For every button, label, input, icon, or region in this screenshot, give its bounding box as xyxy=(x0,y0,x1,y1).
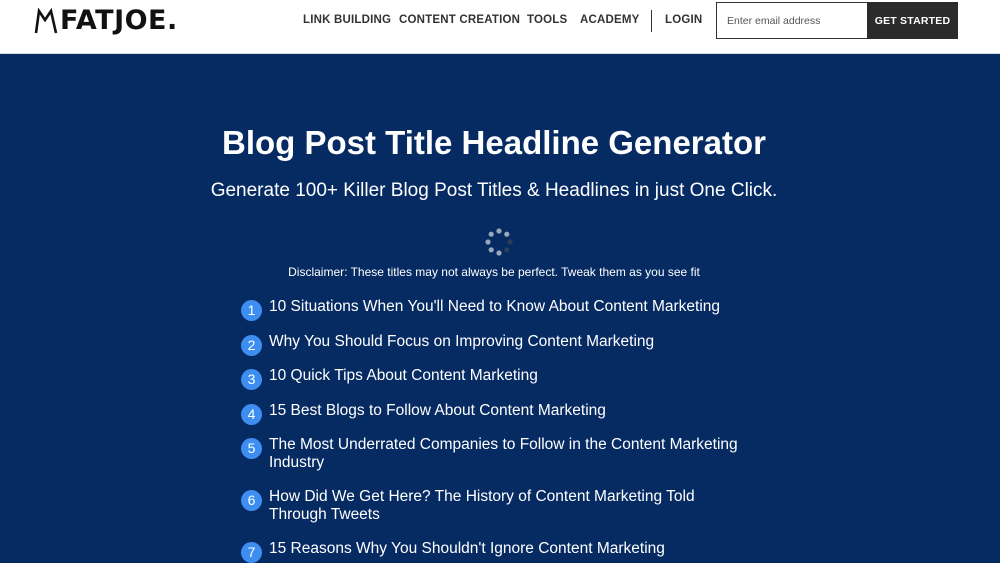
nav-divider xyxy=(651,10,652,32)
list-item: 3 10 Quick Tips About Content Marketing xyxy=(241,367,761,390)
site-header: FATJOE. LINK BUILDING CONTENT CREATION T… xyxy=(0,0,1000,54)
list-item: 2 Why You Should Focus on Improving Cont… xyxy=(241,333,761,356)
headline-text: 10 Quick Tips About Content Marketing xyxy=(269,367,538,384)
hero-section: Blog Post Title Headline Generator Gener… xyxy=(0,54,1000,563)
headline-text: The Most Underrated Companies to Follow … xyxy=(269,436,738,471)
nav-login[interactable]: LOGIN xyxy=(665,14,702,26)
disclaimer-text: Disclaimer: These titles may not always … xyxy=(288,265,700,279)
number-badge: 3 xyxy=(241,369,262,390)
number-badge: 5 xyxy=(241,438,262,459)
number-badge: 1 xyxy=(241,300,262,321)
list-item: 4 15 Best Blogs to Follow About Content … xyxy=(241,402,761,425)
number-badge: 6 xyxy=(241,490,262,511)
list-item: 5 The Most Underrated Companies to Follo… xyxy=(241,436,761,472)
get-started-button[interactable]: GET STARTED xyxy=(867,2,958,39)
headline-text: 15 Best Blogs to Follow About Content Ma… xyxy=(269,402,606,419)
fatjoe-logo[interactable]: FATJOE. xyxy=(34,6,178,36)
list-item: 1 10 Situations When You'll Need to Know… xyxy=(241,298,761,321)
loading-spinner-icon xyxy=(485,228,513,256)
headline-text: Why You Should Focus on Improving Conten… xyxy=(269,333,655,350)
logo-text: FATJOE. xyxy=(60,5,178,36)
nav-academy[interactable]: ACADEMY xyxy=(580,14,640,26)
number-badge: 2 xyxy=(241,335,262,356)
cat-ears-logo-icon xyxy=(34,8,58,34)
headline-text: How Did We Get Here? The History of Cont… xyxy=(269,488,695,523)
nav-tools[interactable]: TOOLS xyxy=(527,14,567,26)
nav-content-creation[interactable]: CONTENT CREATION xyxy=(399,14,520,26)
list-item: 6 How Did We Get Here? The History of Co… xyxy=(241,488,761,524)
email-input[interactable] xyxy=(716,2,868,39)
page-title: Blog Post Title Headline Generator xyxy=(221,124,766,161)
headline-text: 10 Situations When You'll Need to Know A… xyxy=(269,298,721,315)
headline-text: 15 Reasons Why You Shouldn't Ignore Cont… xyxy=(269,540,665,557)
nav-link-building[interactable]: LINK BUILDING xyxy=(303,14,391,26)
number-badge: 4 xyxy=(241,404,262,425)
page-subtitle: Generate 100+ Killer Blog Post Titles & … xyxy=(210,180,778,201)
